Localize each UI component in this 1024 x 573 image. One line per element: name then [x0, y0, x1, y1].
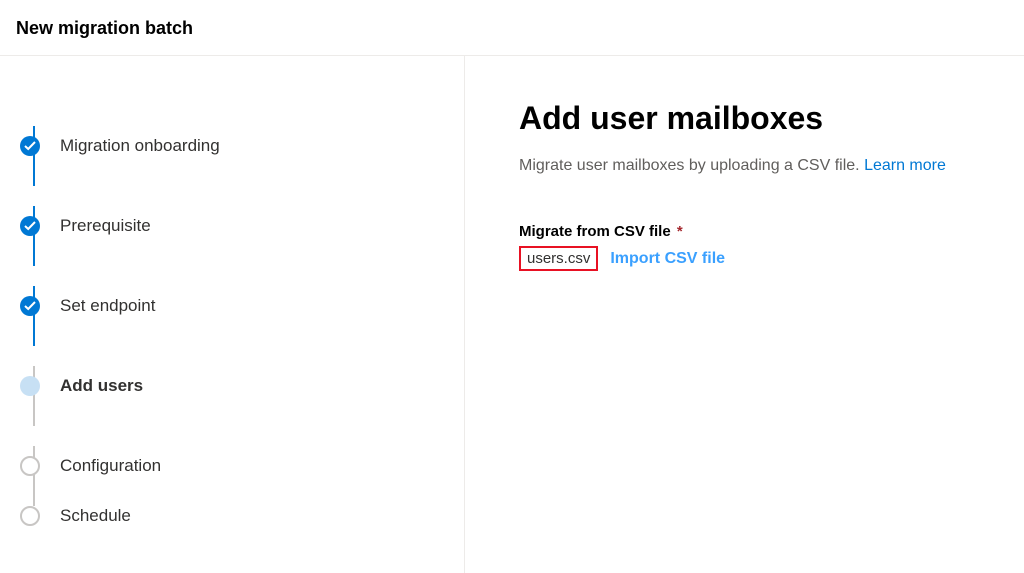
step-set-endpoint[interactable]: Set endpoint	[20, 266, 464, 346]
panel-header: New migration batch	[0, 0, 1024, 56]
checkmark-icon	[20, 136, 40, 156]
step-schedule[interactable]: Schedule	[20, 506, 464, 526]
step-connector	[33, 286, 35, 346]
step-label: Schedule	[60, 506, 131, 526]
step-label: Configuration	[60, 456, 161, 476]
step-configuration[interactable]: Configuration	[20, 426, 464, 506]
step-label: Migration onboarding	[60, 136, 220, 156]
content-area: Migration onboarding Prerequisite Set en…	[0, 56, 1024, 573]
step-connector	[33, 206, 35, 266]
step-connector	[33, 446, 35, 506]
checkmark-icon	[20, 296, 40, 316]
wizard-steps-sidebar: Migration onboarding Prerequisite Set en…	[0, 56, 465, 573]
pending-step-icon	[20, 506, 40, 526]
checkmark-icon	[20, 216, 40, 236]
selected-filename: users.csv	[519, 246, 598, 271]
main-panel: Add user mailboxes Migrate user mailboxe…	[465, 56, 1024, 573]
step-add-users[interactable]: Add users	[20, 346, 464, 426]
step-prerequisite[interactable]: Prerequisite	[20, 186, 464, 266]
step-label: Add users	[60, 376, 143, 396]
page-description: Migrate user mailboxes by uploading a CS…	[519, 157, 1024, 175]
import-csv-button[interactable]: Import CSV file	[610, 250, 725, 268]
step-label: Prerequisite	[60, 216, 151, 236]
panel-title: New migration batch	[16, 18, 1008, 39]
step-migration-onboarding[interactable]: Migration onboarding	[20, 106, 464, 186]
step-connector	[33, 366, 35, 426]
csv-file-row: users.csv Import CSV file	[519, 246, 1024, 271]
description-text: Migrate user mailboxes by uploading a CS…	[519, 157, 864, 174]
step-label: Set endpoint	[60, 296, 155, 316]
field-label-text: Migrate from CSV file	[519, 223, 671, 240]
current-step-icon	[20, 376, 40, 396]
required-marker: *	[677, 223, 683, 240]
steps-list: Migration onboarding Prerequisite Set en…	[16, 106, 464, 526]
step-connector	[33, 126, 35, 186]
csv-field-label: Migrate from CSV file *	[519, 223, 1024, 240]
pending-step-icon	[20, 456, 40, 476]
learn-more-link[interactable]: Learn more	[864, 157, 946, 174]
page-heading: Add user mailboxes	[519, 100, 1024, 137]
